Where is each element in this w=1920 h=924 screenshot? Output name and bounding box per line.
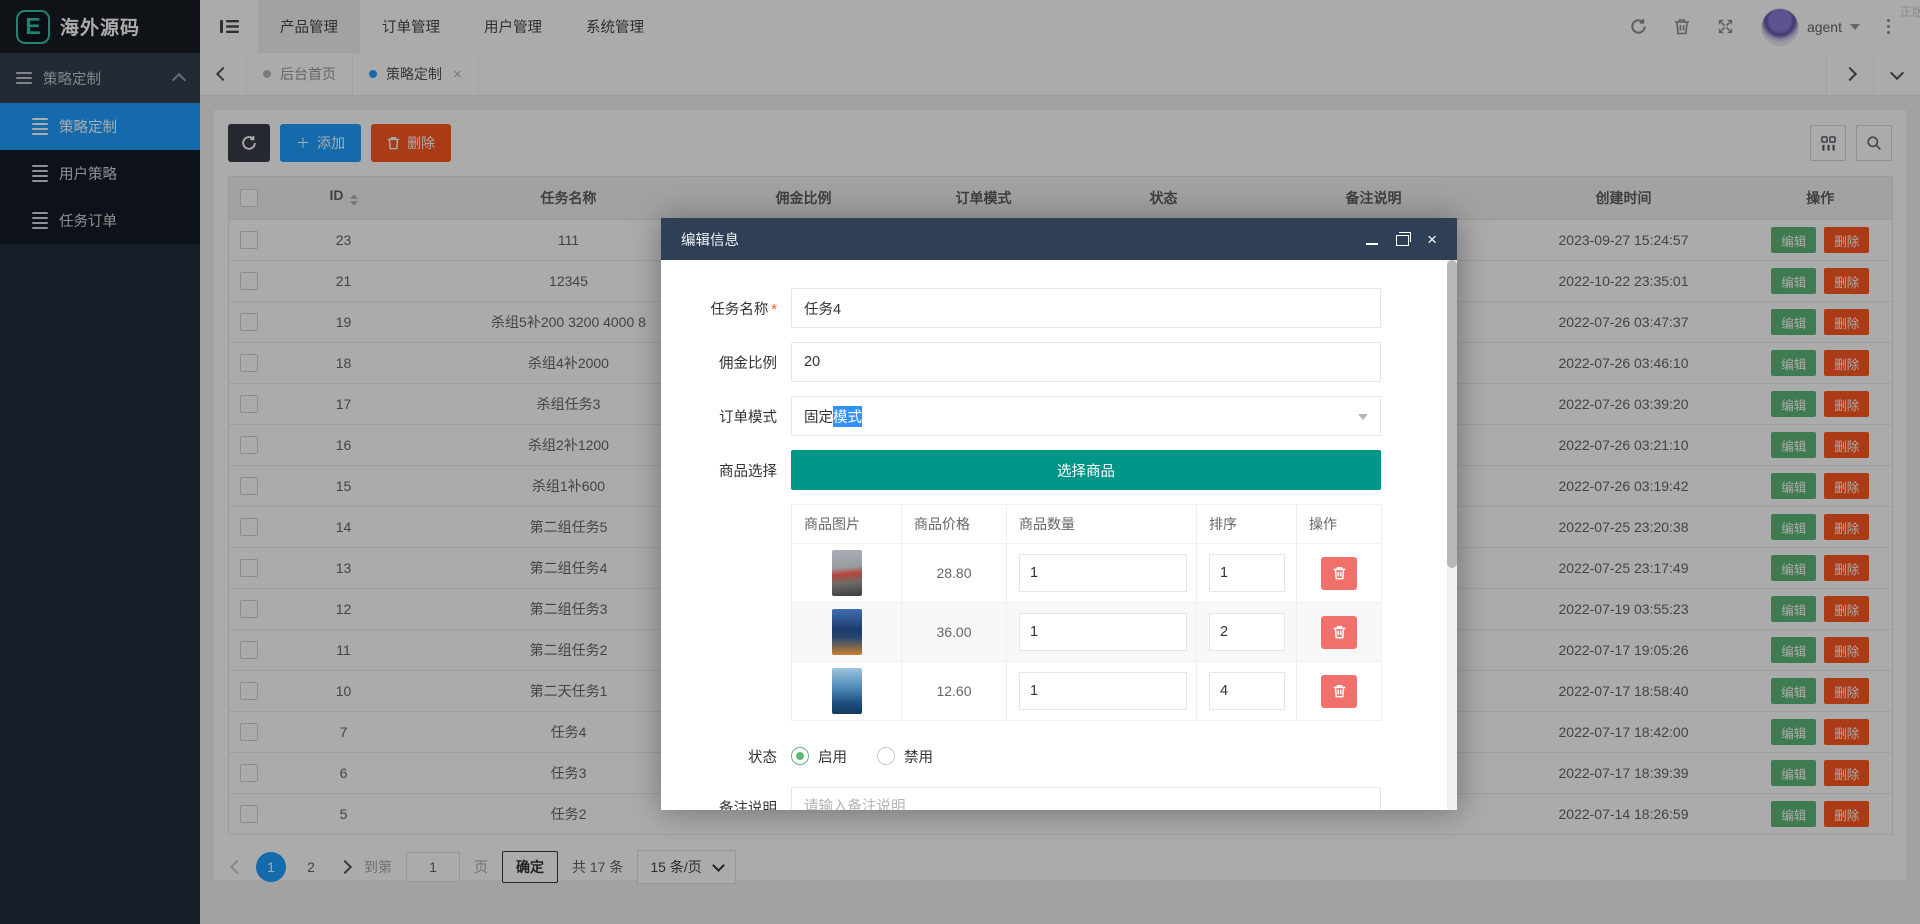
task-name-label: 任务名称 * (710, 301, 777, 318)
form-row-product-table: 商品图片商品价格商品数量排序操作 28.8036.0012.60 (687, 504, 1457, 721)
product-qty-cell (1006, 602, 1197, 662)
product-action-cell (1296, 602, 1382, 662)
form-row-commission: 佣金比例 (687, 342, 1457, 382)
form-row-status: 状态 启用 禁用 (687, 741, 1457, 771)
remove-product-button[interactable] (1321, 674, 1357, 708)
edit-dialog: 编辑信息 × 任务名称* 佣金比例 订单模式 固定模式 (661, 218, 1457, 810)
admin-app: E 海外源码 策略定制 策略定制 用户策略 任务订单 产品管理 订单管理 用户管理 系统管… (0, 0, 1920, 924)
remove-product-button[interactable] (1321, 556, 1357, 590)
form-row-task-name: 任务名称 * (687, 288, 1457, 328)
product-price-cell: 36.00 (901, 602, 1007, 662)
sort-input[interactable] (1209, 613, 1285, 651)
product-column-header: 商品价格 (901, 504, 1007, 544)
dialog-controls: × (1366, 231, 1437, 248)
remark-input[interactable] (791, 787, 1381, 810)
product-image-cell (791, 543, 902, 603)
qty-input[interactable] (1019, 554, 1187, 592)
maximize-icon[interactable] (1396, 231, 1412, 247)
radio-icon (877, 747, 895, 765)
dialog-title: 编辑信息 (681, 232, 739, 249)
qty-input[interactable] (1019, 613, 1187, 651)
qty-input[interactable] (1019, 672, 1187, 710)
product-qty-cell (1006, 543, 1197, 603)
select-caret-icon (1358, 414, 1368, 425)
sort-input[interactable] (1209, 672, 1285, 710)
product-sort-cell (1196, 661, 1297, 721)
product-column-header: 排序 (1196, 504, 1297, 544)
remove-product-button[interactable] (1321, 615, 1357, 649)
dialog-scrollbar-thumb[interactable] (1447, 260, 1457, 568)
product-row: 12.60 (791, 661, 1382, 721)
product-table: 商品图片商品价格商品数量排序操作 28.8036.0012.60 (791, 504, 1382, 721)
form-row-remark: 备注说明 (687, 787, 1457, 810)
form-row-product-choose: 商品选择 选择商品 (687, 450, 1457, 490)
product-price-cell: 12.60 (901, 661, 1007, 721)
trash-icon (1333, 566, 1345, 580)
product-column-header: 操作 (1296, 504, 1382, 544)
product-column-header: 商品数量 (1006, 504, 1197, 544)
product-row: 36.00 (791, 602, 1382, 662)
product-sort-cell (1196, 602, 1297, 662)
radio-label: 禁用 (904, 749, 933, 766)
product-sort-cell (1196, 543, 1297, 603)
order-mode-selected-text: 模式 (833, 405, 862, 427)
product-column-header: 商品图片 (791, 504, 902, 544)
status-radio-启用[interactable]: 启用 (791, 746, 847, 767)
product-action-cell (1296, 661, 1382, 721)
radio-label: 启用 (818, 749, 847, 766)
order-mode-value: 固定 (804, 409, 833, 426)
product-image (831, 550, 862, 596)
minimize-icon[interactable] (1366, 231, 1379, 247)
product-price-cell: 28.80 (901, 543, 1007, 603)
remark-label: 备注说明 (719, 800, 777, 811)
sort-input[interactable] (1209, 554, 1285, 592)
status-label: 状态 (748, 749, 777, 766)
product-image (831, 609, 862, 655)
radio-icon (791, 747, 809, 765)
status-radio-禁用[interactable]: 禁用 (877, 746, 933, 767)
product-action-cell (1296, 543, 1382, 603)
task-name-input[interactable] (791, 288, 1381, 328)
product-select-label: 商品选择 (719, 463, 777, 480)
order-mode-select[interactable]: 固定 模式 (791, 396, 1381, 436)
status-radio-group: 启用 禁用 (791, 741, 1381, 771)
form-row-order-mode: 订单模式 固定 模式 (687, 396, 1457, 436)
choose-product-button[interactable]: 选择商品 (791, 450, 1381, 490)
product-image-cell (791, 602, 902, 662)
commission-input[interactable] (791, 342, 1381, 382)
required-mark: * (771, 301, 777, 318)
close-icon[interactable]: × (1427, 231, 1437, 248)
product-row: 28.80 (791, 543, 1382, 603)
trash-icon (1333, 684, 1345, 698)
product-image-cell (791, 661, 902, 721)
dialog-body: 任务名称* 佣金比例 订单模式 固定模式 商品选择 选择商品 (661, 260, 1457, 810)
trash-icon (1333, 625, 1345, 639)
commission-label: 佣金比例 (719, 355, 777, 372)
order-mode-label: 订单模式 (719, 409, 777, 426)
product-image (831, 668, 862, 714)
product-qty-cell (1006, 661, 1197, 721)
dialog-titlebar[interactable]: 编辑信息 × (661, 218, 1457, 260)
